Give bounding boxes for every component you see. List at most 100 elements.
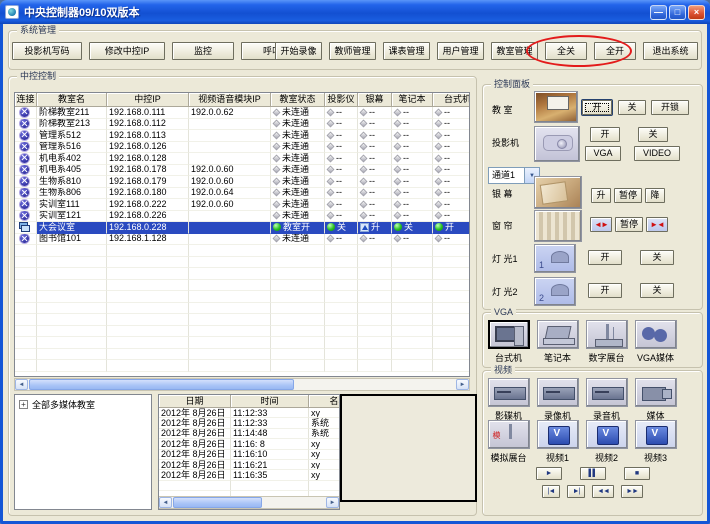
log-hscrollbar[interactable]: ◄ ► — [159, 496, 339, 509]
classroom-off-button[interactable]: 关 — [618, 100, 646, 115]
scroll-left-icon[interactable]: ◄ — [159, 497, 172, 508]
vga-source-icon[interactable] — [537, 320, 579, 349]
column-header[interactable]: 中控IP — [107, 93, 189, 107]
titlebar[interactable]: 中央控制器09/10双版本 — □ × — [0, 0, 710, 24]
toolbar-button[interactable]: 开始录像 — [275, 42, 322, 60]
video-source-icon[interactable] — [488, 378, 530, 407]
screen-pause-button[interactable]: 暂停 — [614, 188, 642, 203]
table-row[interactable]: 机电系402192.168.0.128未连通-------- — [15, 153, 470, 165]
scroll-thumb[interactable] — [173, 497, 262, 508]
table-hscrollbar[interactable]: ◄ ► — [14, 378, 470, 391]
vga-source-icon[interactable] — [488, 320, 530, 349]
video-source-icon[interactable] — [537, 378, 579, 407]
curtain-photo[interactable] — [534, 210, 582, 242]
table-row[interactable]: 管理系516192.168.0.126未连通-------- — [15, 142, 470, 154]
light2-photo[interactable]: 2 — [534, 277, 576, 306]
column-header[interactable]: 银幕 — [358, 93, 392, 107]
video-source-icon[interactable] — [488, 420, 530, 449]
projector-on-button[interactable]: 开 — [590, 127, 620, 142]
table-row[interactable]: 大会议室192.168.0.228教室开关升关开 — [15, 222, 470, 234]
vga-source-icon[interactable] — [586, 320, 628, 349]
screen-photo[interactable] — [534, 176, 582, 209]
scroll-track[interactable] — [172, 497, 326, 508]
tree-expander-icon[interactable]: + — [19, 400, 28, 409]
table-row[interactable]: 实训室121192.168.0.226未连通-------- — [15, 211, 470, 223]
projector-vga-button[interactable]: VGA — [585, 146, 621, 161]
pause-button[interactable]: ▌▌ — [580, 467, 606, 480]
next-button[interactable]: ►| — [567, 485, 585, 498]
light2-off-button[interactable]: 关 — [640, 283, 674, 298]
close-button[interactable]: × — [688, 5, 705, 20]
toolbar-button[interactable]: 教师管理 — [329, 42, 376, 60]
table-row[interactable]: 阶梯教室213192.168.0.112未连通-------- — [15, 119, 470, 131]
log-column-header[interactable]: 日期 — [159, 395, 231, 408]
log-row[interactable]: 2012年 8月26日11:12:33xy — [159, 408, 340, 418]
event-log-table[interactable]: 日期时间名称2012年 8月26日11:12:33xy2012年 8月26日11… — [158, 394, 340, 510]
video-source-icon[interactable] — [586, 378, 628, 407]
table-row[interactable]: 机电系405192.168.0.178192.0.0.60未连通-------- — [15, 165, 470, 177]
column-header[interactable]: 台式机 — [433, 93, 470, 107]
minimize-button[interactable]: — — [650, 5, 667, 20]
curtain-pause-button[interactable]: 暂停 — [615, 217, 643, 232]
channel-select[interactable]: 通道1 ▼ — [488, 167, 540, 184]
curtain-close-icon[interactable]: ►◄ — [646, 217, 668, 232]
scroll-right-icon[interactable]: ► — [326, 497, 339, 508]
light1-photo[interactable]: 1 — [534, 244, 576, 273]
table-row[interactable]: 实训室111192.168.0.222192.0.0.60未连通-------- — [15, 199, 470, 211]
column-header[interactable]: 教室名 — [37, 93, 107, 107]
scroll-right-icon[interactable]: ► — [456, 379, 469, 390]
light2-on-button[interactable]: 开 — [588, 283, 622, 298]
table-row[interactable]: 图书馆101192.168.1.128未连通-------- — [15, 234, 470, 246]
toolbar-button[interactable]: 投影机写码 — [12, 42, 82, 60]
column-header[interactable]: 笔记本 — [392, 93, 433, 107]
vga-source-icon[interactable] — [635, 320, 677, 349]
video-source-icon[interactable] — [635, 378, 677, 407]
toolbar-button[interactable]: 全开 — [594, 42, 636, 60]
scroll-left-icon[interactable]: ◄ — [15, 379, 28, 390]
classroom-tree[interactable]: + 全部多媒体教室 — [14, 394, 152, 510]
video-source-icon[interactable] — [586, 420, 628, 449]
projector-video-button[interactable]: VIDEO — [634, 146, 680, 161]
scroll-thumb[interactable] — [29, 379, 294, 390]
screen-down-button[interactable]: 降 — [645, 188, 665, 203]
toolbar-button[interactable]: 用户管理 — [437, 42, 484, 60]
classroom-unlock-button[interactable]: 开锁 — [651, 100, 689, 115]
light1-off-button[interactable]: 关 — [640, 250, 674, 265]
log-row[interactable]: 2012年 8月26日11:16: 8xy — [159, 439, 340, 449]
log-row[interactable]: 2012年 8月26日11:16:35xy — [159, 470, 340, 480]
toolbar-button[interactable]: 全关 — [545, 42, 587, 60]
screen-up-button[interactable]: 升 — [591, 188, 611, 203]
classroom-photo[interactable] — [534, 91, 578, 123]
column-header[interactable]: 视频语音模块IP — [189, 93, 271, 107]
prev-button[interactable]: |◄ — [542, 485, 560, 498]
column-header[interactable]: 连接 — [15, 93, 37, 107]
curtain-open-icon[interactable]: ◄► — [590, 217, 612, 232]
log-row[interactable]: 2012年 8月26日11:16:10xy — [159, 450, 340, 460]
table-row[interactable]: 阶梯教室211192.168.0.111192.0.0.62未连通-------… — [15, 107, 470, 119]
table-row[interactable]: 管理系512192.168.0.113未连通-------- — [15, 130, 470, 142]
forward-button[interactable]: ►► — [621, 485, 643, 498]
projector-off-button[interactable]: 关 — [638, 127, 668, 142]
stop-button[interactable]: ■ — [624, 467, 650, 480]
toolbar-button[interactable]: 修改中控IP — [89, 42, 165, 60]
log-column-header[interactable]: 时间 — [231, 395, 309, 408]
classroom-table[interactable]: 连接教室名中控IP视频语音模块IP教室状态投影仪银幕笔记本台式机阶梯教室2111… — [14, 92, 470, 377]
column-header[interactable]: 投影仪 — [325, 93, 358, 107]
maximize-button[interactable]: □ — [669, 5, 686, 20]
table-row[interactable]: 生物系810192.168.0.179192.0.0.60未连通-------- — [15, 176, 470, 188]
toolbar-button[interactable]: 退出系统 — [643, 42, 698, 60]
log-row[interactable]: 2012年 8月26日11:14:48系统 — [159, 429, 340, 439]
video-source-icon[interactable] — [537, 420, 579, 449]
classroom-on-button[interactable]: 开 — [582, 100, 612, 115]
light1-on-button[interactable]: 开 — [588, 250, 622, 265]
table-row[interactable]: 生物系806192.168.0.180192.0.0.64未连通-------- — [15, 188, 470, 200]
column-header[interactable]: 教室状态 — [271, 93, 325, 107]
projector-photo[interactable] — [534, 126, 580, 162]
play-button[interactable]: ► — [536, 467, 562, 480]
toolbar-button[interactable]: 教室管理 — [491, 42, 538, 60]
log-row[interactable]: 2012年 8月26日11:12:33系统 — [159, 418, 340, 428]
toolbar-button[interactable]: 监控 — [172, 42, 234, 60]
video-source-icon[interactable] — [635, 420, 677, 449]
rewind-button[interactable]: ◄◄ — [592, 485, 614, 498]
scroll-track[interactable] — [28, 379, 456, 390]
